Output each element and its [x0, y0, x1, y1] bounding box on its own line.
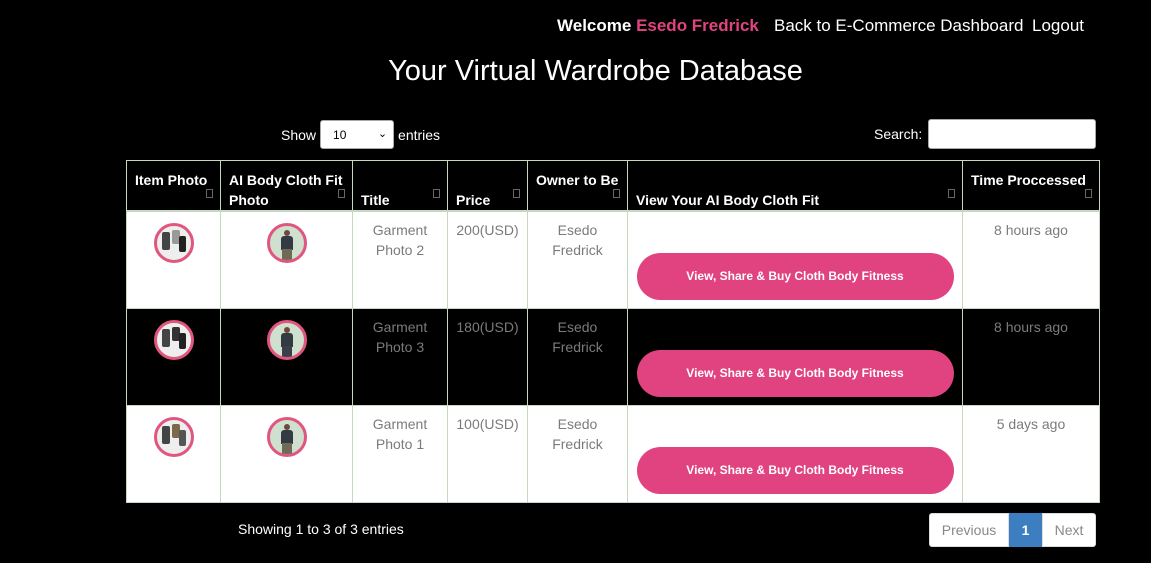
sort-icon: [948, 189, 955, 198]
table-row: Garment Photo 3 180(USD) Esedo Fredrick …: [126, 308, 1100, 406]
time-processed: 8 hours ago: [962, 210, 1100, 309]
garment-photo-thumbnail[interactable]: [153, 223, 194, 263]
garment-photo-thumbnail[interactable]: [153, 320, 194, 360]
column-header-price[interactable]: Price: [447, 160, 528, 212]
time-processed: 5 days ago: [962, 405, 1100, 503]
column-header-title[interactable]: Title: [352, 160, 448, 212]
chevron-down-icon: ⌄: [377, 128, 388, 140]
table-row: Garment Photo 1 100(USD) Esedo Fredrick …: [126, 405, 1100, 503]
next-page-button[interactable]: Next: [1042, 513, 1096, 547]
column-header-item-photo[interactable]: Item Photo: [126, 160, 221, 212]
item-price: 180(USD): [447, 308, 528, 406]
item-price: 200(USD): [447, 210, 528, 309]
page-size-select[interactable]: 10 ⌄: [320, 120, 395, 149]
body-fit-photo-thumbnail[interactable]: [266, 320, 307, 360]
item-owner: Esedo Fredrick: [527, 308, 628, 406]
previous-page-button[interactable]: Previous: [929, 513, 1009, 547]
body-fit-photo-thumbnail[interactable]: [266, 417, 307, 457]
user-name: Esedo Fredrick: [636, 16, 759, 35]
table-info: Showing 1 to 3 of 3 entries: [238, 521, 404, 537]
garment-photo-thumbnail[interactable]: [153, 417, 194, 457]
column-header-time[interactable]: Time Proccessed: [962, 160, 1100, 212]
page-size-value: 10: [333, 127, 347, 142]
dashboard-link[interactable]: Back to E-Commerce Dashboard: [774, 16, 1023, 36]
entries-label: entries: [398, 126, 441, 143]
column-header-owner[interactable]: Owner to Be: [527, 160, 628, 212]
item-title: Garment Photo 2: [352, 210, 448, 309]
sort-icon: [613, 189, 620, 198]
item-owner: Esedo Fredrick: [527, 210, 628, 309]
pagination: Previous 1 Next: [929, 513, 1096, 547]
column-header-fit-photo[interactable]: AI Body Cloth Fit Photo: [220, 160, 353, 212]
page-1-button[interactable]: 1: [1009, 513, 1042, 547]
page-title: Your Virtual Wardrobe Database: [388, 55, 803, 87]
item-title: Garment Photo 1: [352, 405, 448, 503]
body-fit-photo-thumbnail[interactable]: [266, 223, 307, 263]
item-owner: Esedo Fredrick: [527, 405, 628, 503]
welcome-prefix: Welcome: [557, 16, 632, 35]
search-input[interactable]: [928, 119, 1097, 149]
table-row: Garment Photo 2 200(USD) Esedo Fredrick …: [126, 210, 1100, 309]
column-header-view-fit[interactable]: View Your AI Body Cloth Fit: [627, 160, 963, 212]
page-length-control: Show 10 ⌄ entries: [281, 120, 440, 149]
wardrobe-table: Item Photo AI Body Cloth Fit Photo Title…: [126, 160, 1100, 503]
sort-icon: [433, 189, 440, 198]
sort-icon: [206, 189, 213, 198]
time-processed: 8 hours ago: [962, 308, 1100, 406]
sort-icon: [513, 189, 520, 198]
welcome-message: Welcome Esedo Fredrick: [557, 16, 759, 36]
sort-icon: [1085, 189, 1092, 198]
search-control: Search:: [874, 119, 1097, 149]
view-share-buy-button[interactable]: View, Share & Buy Cloth Body Fitness: [636, 350, 954, 397]
top-navigation: Welcome Esedo Fredrick Back to E-Commerc…: [0, 16, 1151, 38]
table-header-row: Item Photo AI Body Cloth Fit Photo Title…: [126, 160, 1100, 212]
view-share-buy-button[interactable]: View, Share & Buy Cloth Body Fitness: [636, 253, 954, 300]
show-label: Show: [281, 126, 317, 143]
view-share-buy-button[interactable]: View, Share & Buy Cloth Body Fitness: [636, 447, 954, 494]
search-label: Search:: [874, 126, 923, 142]
item-title: Garment Photo 3: [352, 308, 448, 406]
sort-icon: [338, 189, 345, 198]
item-price: 100(USD): [447, 405, 528, 503]
logout-link[interactable]: Logout: [1032, 16, 1084, 36]
